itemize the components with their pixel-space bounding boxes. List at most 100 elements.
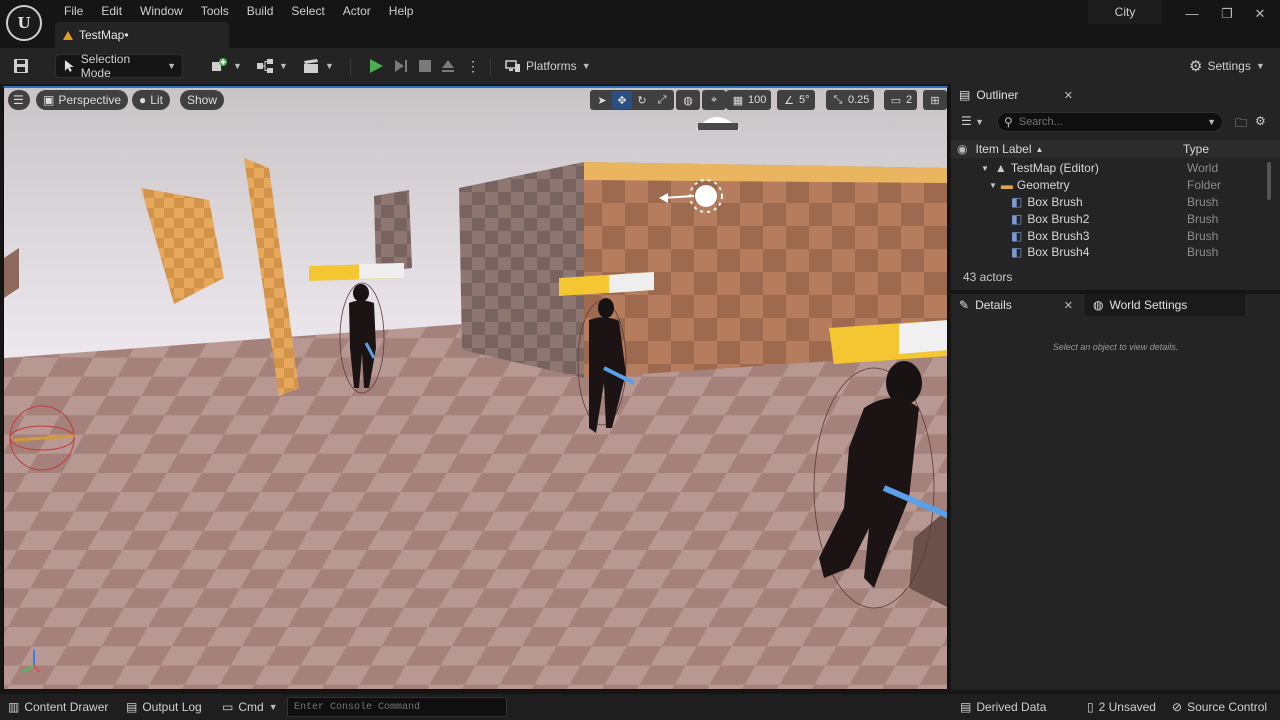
scene-render[interactable] [4, 88, 948, 690]
play-options-button[interactable]: ⋮ [466, 54, 480, 78]
outliner-icon: ▤ [959, 88, 971, 102]
select-tool-button[interactable]: ➤ [592, 91, 612, 109]
world-settings-tab[interactable]: ◍ World Settings [1085, 294, 1245, 316]
column-type[interactable]: Type [1183, 142, 1209, 156]
new-folder-icon[interactable]: 🗀 [1235, 114, 1247, 135]
viewport-options-button[interactable]: ☰ [8, 90, 30, 110]
cinematics-button[interactable]: ▼ [302, 54, 334, 78]
scale-snap-button[interactable]: ⤡ 0.25 [826, 90, 875, 110]
blueprint-icon [257, 59, 273, 73]
outliner-tab[interactable]: ▤ Outliner ✕ [951, 84, 1081, 106]
tree-row-folder[interactable]: ▼ ▬ Geometry Folder [951, 177, 1280, 194]
expand-arrow-icon[interactable]: ▼ [989, 181, 997, 190]
chevron-down-icon: ▼ [268, 702, 278, 712]
minimize-icon[interactable]: — [1182, 4, 1202, 24]
details-panel: ✎ Details ✕ ◍ World Settings Select an o… [951, 294, 1280, 690]
coordinate-space-button[interactable]: ◍ [676, 90, 700, 110]
play-button[interactable] [367, 54, 385, 78]
level-viewport[interactable]: ☰ ▣ Perspective ● Lit Show ➤ ✥ ↻ ⤢ ◍ ⌖ ▦… [3, 86, 948, 690]
settings-dropdown[interactable]: ⚙ Settings ▼ [1189, 54, 1265, 78]
tree-row-type: World [1187, 161, 1219, 176]
tree-row-brush[interactable]: ◧ Box Brush3 Brush [951, 227, 1280, 244]
sort-ascending-icon: ▲ [1035, 144, 1044, 154]
grid-snap-button[interactable]: ▦ 100 [726, 90, 772, 110]
source-control-button[interactable]: ⊘ Source Control [1172, 699, 1267, 715]
level-tab[interactable]: TestMap• [55, 22, 229, 48]
folder-icon: ▬ [1000, 178, 1013, 193]
tree-row-label: Geometry [1016, 178, 1070, 193]
camera-speed-button[interactable]: ▭ 2 [884, 90, 918, 110]
unreal-logo-icon[interactable]: U [6, 5, 42, 41]
outliner-scrollbar[interactable] [1267, 162, 1271, 200]
platforms-icon [505, 60, 520, 72]
rotate-tool-button[interactable]: ↻ [632, 91, 652, 109]
tree-row-label: Box Brush [1027, 194, 1083, 209]
console-command-field[interactable] [287, 697, 507, 717]
viewport-layout-button[interactable]: ⊞ [923, 90, 947, 110]
platforms-dropdown[interactable]: Platforms ▼ [505, 54, 591, 78]
tree-row-world[interactable]: ▼ ▲ TestMap (Editor) World [951, 160, 1280, 177]
selection-mode-dropdown[interactable]: Selection Mode ▼ [55, 52, 183, 80]
move-icon: ✥ [617, 94, 627, 107]
angle-icon: ∠ [784, 94, 794, 107]
menu-actor[interactable]: Actor [334, 3, 380, 19]
unsaved-label: 2 Unsaved [1098, 700, 1156, 714]
outliner-search[interactable]: ⚲ ▼ [997, 112, 1223, 132]
expand-arrow-icon[interactable]: ▼ [981, 164, 989, 173]
outliner-search-input[interactable] [1018, 116, 1199, 128]
output-log-button[interactable]: ▤ Output Log [126, 699, 202, 715]
view-mode-button[interactable]: ● Lit [132, 90, 170, 110]
tree-row-brush[interactable]: ◧ Box Brush2 Brush [951, 210, 1280, 227]
menu-edit[interactable]: Edit [92, 3, 131, 19]
clapperboard-icon [304, 59, 318, 73]
menu-file[interactable]: File [55, 3, 92, 19]
show-button[interactable]: Show [180, 90, 225, 110]
scale-tool-button[interactable]: ⤢ [652, 91, 672, 109]
visibility-eye-icon[interactable]: ◉ [957, 142, 967, 156]
save-button[interactable] [12, 54, 30, 78]
hamburger-menu-icon: ☰ [13, 93, 24, 107]
chevron-down-icon: ▼ [233, 61, 242, 71]
project-name: City [1088, 0, 1162, 24]
translate-tool-button[interactable]: ✥ [612, 91, 632, 109]
add-content-button[interactable]: ▼ [210, 54, 242, 78]
output-log-icon: ▤ [126, 700, 138, 714]
filter-button[interactable]: ☰ ▼ [961, 114, 984, 128]
blueprints-button[interactable]: ▼ [256, 54, 288, 78]
menu-help[interactable]: Help [380, 3, 423, 19]
outliner-tree: ▼ ▲ TestMap (Editor) World ▼ ▬ Geometry … [951, 160, 1280, 261]
rotation-snap-button[interactable]: ∠ 5° [777, 90, 815, 110]
console-command-input[interactable] [294, 698, 500, 717]
perspective-button[interactable]: ▣ Perspective [36, 90, 129, 110]
gear-icon[interactable]: ⚙ [1255, 114, 1266, 128]
chevron-down-icon: ▼ [325, 61, 334, 71]
menu-tools[interactable]: Tools [192, 3, 238, 19]
content-drawer-button[interactable]: ▥ Content Drawer [8, 699, 108, 715]
world-settings-title: World Settings [1109, 298, 1188, 312]
restore-icon[interactable]: ❐ [1217, 4, 1237, 24]
details-tab[interactable]: ✎ Details ✕ [951, 294, 1081, 316]
tree-row-label: Box Brush4 [1027, 245, 1090, 260]
surface-snapping-button[interactable]: ⌖ [702, 90, 726, 110]
save-icon [14, 59, 28, 73]
derived-data-button[interactable]: ▤ Derived Data [960, 699, 1046, 715]
eject-button[interactable] [439, 54, 457, 78]
scale-snap-value: 0.25 [848, 94, 870, 106]
advance-frame-button[interactable] [392, 54, 410, 78]
stop-button[interactable] [416, 54, 434, 78]
tree-row-brush[interactable]: ◧ Box Brush4 Brush [951, 244, 1280, 261]
tree-row-brush[interactable]: ◧ Box Brush Brush [951, 194, 1280, 211]
menu-window[interactable]: Window [131, 3, 192, 19]
menu-select[interactable]: Select [282, 3, 333, 19]
close-window-icon[interactable]: ✕ [1250, 4, 1270, 24]
cmd-dropdown[interactable]: ▭ Cmd ▼ [222, 699, 278, 715]
menu-build[interactable]: Build [238, 3, 283, 19]
column-item-label[interactable]: Item Label [975, 142, 1031, 156]
close-icon[interactable]: ✕ [1064, 299, 1073, 312]
chevron-down-icon: ▼ [975, 117, 985, 127]
close-icon[interactable]: ✕ [1064, 89, 1073, 102]
camera-speed-value: 2 [906, 94, 913, 106]
tree-row-label: Box Brush2 [1027, 211, 1090, 226]
unsaved-button[interactable]: ▯ 2 Unsaved [1087, 699, 1156, 715]
pencil-icon: ✎ [959, 298, 970, 312]
